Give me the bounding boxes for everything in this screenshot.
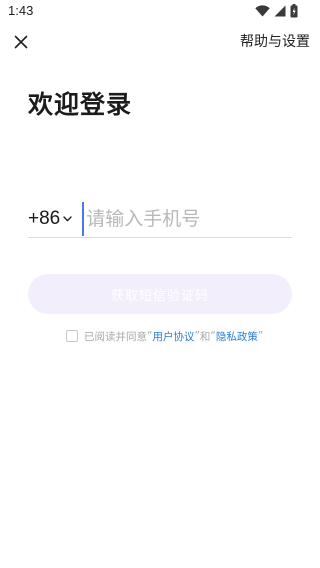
country-code-selector[interactable]: +86 <box>28 202 82 236</box>
login-screen: 1:43 帮助与设置 欢迎登录 +86 请输入手机号 获取短信验证码 已阅读并同… <box>0 0 320 568</box>
quote-close-2: ” <box>257 330 264 342</box>
help-settings-link[interactable]: 帮助与设置 <box>240 32 310 52</box>
status-bar: 1:43 <box>0 0 320 22</box>
battery-icon <box>290 4 298 18</box>
agreement-and: 和 <box>199 330 211 343</box>
country-code-label: +86 <box>28 207 61 229</box>
close-button[interactable] <box>11 32 31 52</box>
agreement-checkbox[interactable] <box>66 330 78 342</box>
close-icon <box>14 35 28 49</box>
page-title: 欢迎登录 <box>28 90 133 119</box>
privacy-policy-link[interactable]: 隐私政策 <box>216 329 258 344</box>
get-sms-code-button[interactable]: 获取短信验证码 <box>28 274 292 314</box>
status-icons <box>255 4 298 18</box>
agreement-prefix: 已阅读并同意 <box>84 330 147 343</box>
agreement-row: 已阅读并同意 “ 用户协议 ” 和 “ 隐私政策 ” <box>66 328 263 344</box>
phone-input[interactable] <box>82 201 320 236</box>
signal-icon <box>274 5 286 17</box>
chevron-down-icon <box>63 215 72 221</box>
status-time: 1:43 <box>8 3 34 18</box>
user-agreement-link[interactable]: 用户协议 <box>152 329 194 344</box>
wifi-icon <box>255 5 270 17</box>
phone-row: +86 <box>28 200 320 238</box>
